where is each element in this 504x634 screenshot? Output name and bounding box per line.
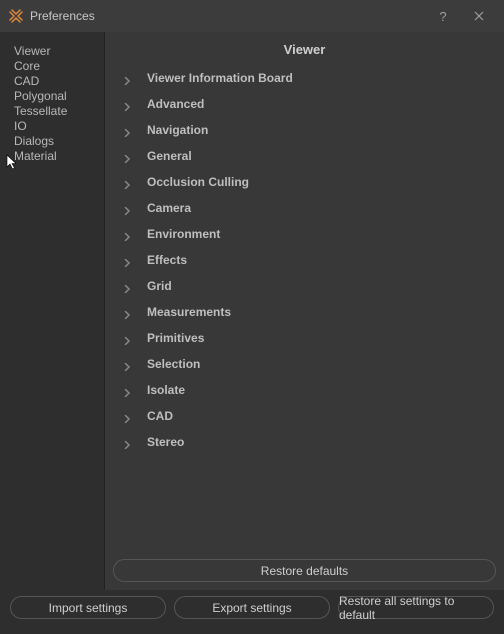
section-measurements[interactable]: Measurements: [105, 299, 504, 325]
section-effects[interactable]: Effects: [105, 247, 504, 273]
section-cad[interactable]: CAD: [105, 403, 504, 429]
window-title: Preferences: [30, 9, 95, 23]
section-label: Environment: [147, 227, 220, 241]
section-primitives[interactable]: Primitives: [105, 325, 504, 351]
chevron-right-icon: [123, 178, 131, 186]
chevron-right-icon: [123, 386, 131, 394]
chevron-right-icon: [123, 74, 131, 82]
section-environment[interactable]: Environment: [105, 221, 504, 247]
import-settings-button[interactable]: Import settings: [10, 596, 166, 619]
section-label: Occlusion Culling: [147, 175, 249, 189]
section-label: Stereo: [147, 435, 184, 449]
section-label: CAD: [147, 409, 173, 423]
section-selection[interactable]: Selection: [105, 351, 504, 377]
section-occlusion-culling[interactable]: Occlusion Culling: [105, 169, 504, 195]
chevron-right-icon: [123, 438, 131, 446]
chevron-right-icon: [123, 282, 131, 290]
sidebar-item-tessellate[interactable]: Tessellate: [14, 104, 104, 119]
sidebar-item-cad[interactable]: CAD: [14, 74, 104, 89]
chevron-right-icon: [123, 230, 131, 238]
chevron-right-icon: [123, 204, 131, 212]
section-navigation[interactable]: Navigation: [105, 117, 504, 143]
section-viewer-information-board[interactable]: Viewer Information Board: [105, 65, 504, 91]
section-label: Advanced: [147, 97, 204, 111]
section-label: Camera: [147, 201, 191, 215]
section-label: Effects: [147, 253, 187, 267]
title-bar: Preferences ?: [0, 0, 504, 32]
chevron-right-icon: [123, 152, 131, 160]
restore-defaults-button[interactable]: Restore defaults: [113, 559, 496, 582]
section-general[interactable]: General: [105, 143, 504, 169]
sidebar-item-material[interactable]: Material: [14, 149, 104, 164]
chevron-right-icon: [123, 308, 131, 316]
sidebar-item-dialogs[interactable]: Dialogs: [14, 134, 104, 149]
sidebar-item-viewer[interactable]: Viewer: [14, 44, 104, 59]
section-stereo[interactable]: Stereo: [105, 429, 504, 455]
close-button[interactable]: [464, 0, 494, 32]
chevron-right-icon: [123, 412, 131, 420]
section-advanced[interactable]: Advanced: [105, 91, 504, 117]
sidebar: Viewer Core CAD Polygonal Tessellate IO …: [0, 32, 104, 590]
chevron-right-icon: [123, 256, 131, 264]
section-isolate[interactable]: Isolate: [105, 377, 504, 403]
help-button[interactable]: ?: [428, 0, 458, 32]
sections-list: Viewer Information Board Advanced Naviga…: [105, 65, 504, 455]
chevron-right-icon: [123, 334, 131, 342]
footer: Import settings Export settings Restore …: [0, 590, 504, 629]
content-panel: Viewer Viewer Information Board Advanced…: [104, 32, 504, 590]
section-label: Primitives: [147, 331, 204, 345]
section-label: Isolate: [147, 383, 185, 397]
section-label: Measurements: [147, 305, 231, 319]
chevron-right-icon: [123, 100, 131, 108]
section-label: General: [147, 149, 192, 163]
restore-all-button[interactable]: Restore all settings to default: [338, 596, 494, 619]
panel-title: Viewer: [105, 32, 504, 65]
section-grid[interactable]: Grid: [105, 273, 504, 299]
section-camera[interactable]: Camera: [105, 195, 504, 221]
sidebar-item-polygonal[interactable]: Polygonal: [14, 89, 104, 104]
export-settings-button[interactable]: Export settings: [174, 596, 330, 619]
section-label: Selection: [147, 357, 200, 371]
section-label: Grid: [147, 279, 172, 293]
sidebar-item-core[interactable]: Core: [14, 59, 104, 74]
sidebar-item-io[interactable]: IO: [14, 119, 104, 134]
app-icon: [8, 8, 24, 24]
chevron-right-icon: [123, 360, 131, 368]
section-label: Viewer Information Board: [147, 71, 293, 85]
section-label: Navigation: [147, 123, 208, 137]
chevron-right-icon: [123, 126, 131, 134]
